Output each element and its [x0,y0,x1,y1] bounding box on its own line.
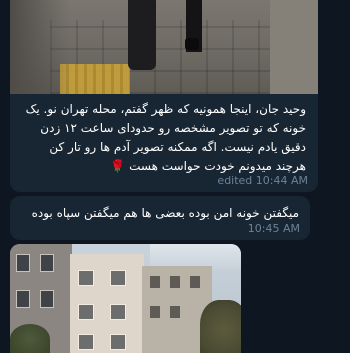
photo-building-center [70,254,144,353]
message-photo-buildings[interactable] [10,244,241,353]
message-meta: edited 10:44 AM [217,174,308,187]
message-meta: 10:45 AM [247,222,300,235]
photo-ledge [270,0,318,94]
photo-window [150,306,160,318]
photo-window [16,254,30,272]
photo-window [110,270,126,286]
chat-history[interactable]: وحید جان، اینجا همونیه که ظهر گفتم، محله… [0,0,350,353]
photo-window [40,290,54,308]
photo-person [128,0,156,70]
message-text: وحید جان، اینجا همونیه که ظهر گفتم، محله… [25,102,306,173]
photo-shoe [185,38,199,50]
photo-window [190,276,200,288]
message-bubble-photo-caption[interactable]: وحید جان، اینجا همونیه که ظهر گفتم، محله… [10,0,318,192]
message-bubble-text[interactable]: میگفتن خونه امن بوده بعضی ها هم میگفتن س… [10,196,310,240]
photo-window [78,270,94,286]
photo-window [40,254,54,272]
photo-tree [10,324,50,353]
photo-window [170,276,180,288]
photo-shade [10,0,70,94]
photo-window [78,304,94,320]
message-text: میگفتن خونه امن بوده بعضی ها هم میگفتن س… [31,206,299,220]
photo-window [16,290,30,308]
photo-window [110,334,126,350]
message-bubble-photo[interactable] [10,244,241,353]
photo-tree [200,300,241,353]
message-photo-street[interactable] [10,0,318,94]
photo-window [150,276,160,288]
photo-window [110,304,126,320]
photo-window [170,306,180,318]
photo-tactile-paving [60,64,130,94]
photo-window [78,334,94,350]
